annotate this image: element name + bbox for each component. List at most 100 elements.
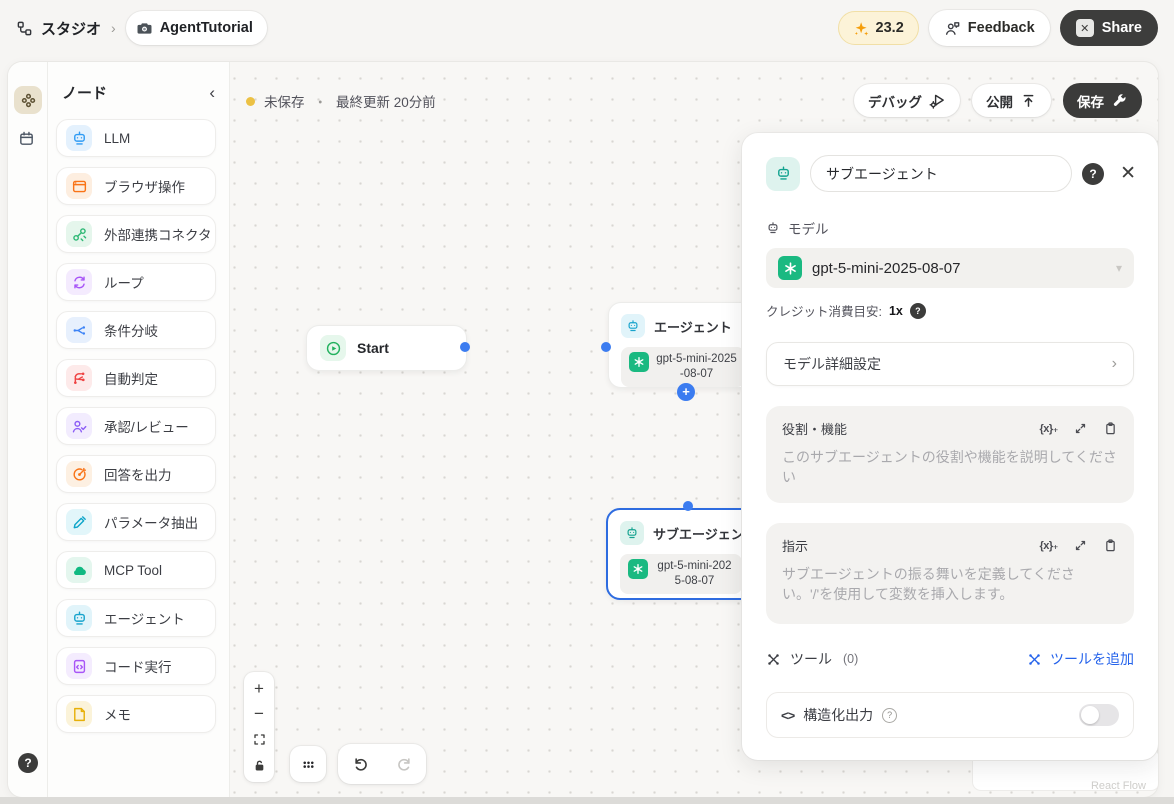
insert-variable-icon[interactable]: {x}₊ — [1040, 539, 1059, 552]
node-start[interactable]: Start — [306, 325, 467, 371]
role-function-field[interactable]: 役割・機能 {x}₊ このサブエージェントの役割や機能を説明してください — [766, 406, 1134, 503]
advanced-settings-label: モデル詳細設定 — [783, 356, 881, 372]
node-agent-model-chip: gpt-5-mini-2025-08-07 — [621, 347, 745, 387]
publish-button[interactable]: 公開 — [972, 84, 1051, 117]
palette-item-label: 条件分岐 — [104, 324, 158, 339]
palette-item-autojudge[interactable]: 自動判定 — [56, 359, 216, 397]
palette-item-label: 外部連携コネクタ — [104, 228, 212, 243]
rail-schedule-tab[interactable] — [18, 130, 38, 150]
palette-item-review[interactable]: 承認/レビュー — [56, 407, 216, 445]
palette-item-code[interactable]: コード実行 — [56, 647, 216, 685]
close-icon[interactable]: ✕ — [1120, 164, 1136, 183]
robot-mini-icon — [766, 221, 780, 235]
palette-item-label: メモ — [104, 708, 131, 723]
node-subagent-model: gpt-5-mini-2025-08-07 — [657, 560, 732, 587]
palette-item-connector[interactable]: 外部連携コネクタ — [56, 215, 216, 253]
instructions-label: 指示 — [782, 539, 809, 554]
unsaved-dot-icon — [246, 96, 255, 106]
model-select[interactable]: gpt-5-mini-2025-08-07 ▾ — [766, 248, 1134, 288]
feedback-icon — [944, 20, 961, 37]
handle-agent-in[interactable] — [601, 342, 611, 352]
save-label: 保存 — [1077, 94, 1104, 110]
history-controls — [338, 744, 426, 784]
palette-item-mcp-tool[interactable]: MCP Tool — [56, 551, 216, 589]
zoom-controls: + − — [244, 672, 274, 782]
node-subagent-model-chip: gpt-5-mini-2025-08-07 — [620, 554, 742, 594]
copy-icon[interactable] — [1103, 538, 1118, 553]
collapse-panel-icon[interactable]: ‹ — [209, 84, 215, 101]
palette-item-param-extract[interactable]: パラメータ抽出 — [56, 503, 216, 541]
palette-item-browser[interactable]: ブラウザ操作 — [56, 167, 216, 205]
palette-item-llm[interactable]: LLM — [56, 119, 216, 157]
nodes-icon — [20, 92, 37, 109]
zoom-out-button[interactable]: − — [247, 703, 271, 725]
palette-item-agent[interactable]: エージェント — [56, 599, 216, 637]
zoom-in-button[interactable]: + — [247, 678, 271, 700]
credit-estimate-label: クレジット消費目安: — [766, 305, 882, 319]
palette-item-label: 承認/レビュー — [104, 420, 189, 435]
share-button[interactable]: ✕ Share — [1059, 10, 1158, 46]
app-name[interactable]: スタジオ — [41, 18, 101, 39]
auto-branch-icon — [66, 365, 92, 391]
grid-layout-button[interactable] — [290, 746, 326, 782]
node-agent-title: エージェント — [654, 319, 732, 335]
insert-variable-icon[interactable]: {x}₊ — [1040, 422, 1059, 435]
palette-item-loop[interactable]: ループ — [56, 263, 216, 301]
add-tool-button[interactable]: ツールを追加 — [1027, 649, 1134, 669]
subagent-robot-icon — [766, 156, 800, 191]
instructions-field[interactable]: 指示 {x}₊ サブエージェントの振る舞いを定義してください。'/'を使用して変… — [766, 523, 1134, 624]
openai-icon — [629, 352, 649, 372]
expand-icon[interactable] — [1073, 538, 1088, 553]
node-subagent-selected[interactable]: サブエージェント gpt-5-mini-2025-08-07 — [606, 508, 757, 600]
redo-button[interactable] — [391, 751, 417, 777]
credits-badge[interactable]: 23.2 — [837, 11, 919, 45]
copy-icon[interactable] — [1103, 421, 1118, 436]
workflow-logo-icon — [16, 20, 33, 37]
help-circle-icon[interactable]: ? — [1082, 162, 1105, 185]
help-button[interactable]: ? — [18, 753, 38, 773]
model-advanced-settings-button[interactable]: モデル詳細設定 › — [766, 342, 1134, 386]
tools-icon — [766, 652, 781, 667]
handle-start-out[interactable] — [460, 342, 470, 352]
browser-icon — [66, 173, 92, 199]
handle-subagent-in[interactable] — [683, 501, 693, 511]
status-separator: ・ — [313, 95, 328, 110]
undo-button[interactable] — [347, 751, 373, 777]
palette-item-label: LLM — [104, 130, 131, 146]
structured-output-toggle[interactable] — [1079, 704, 1119, 726]
help-circle-icon[interactable]: ? — [909, 302, 926, 319]
feedback-button[interactable]: Feedback — [928, 10, 1050, 46]
save-button[interactable]: 保存 — [1063, 83, 1142, 118]
add-next-node-button[interactable]: + — [677, 383, 695, 401]
debug-button[interactable]: デバッグ — [854, 84, 960, 117]
project-name: AgentTutorial — [159, 20, 253, 36]
palette-item-label: パラメータ抽出 — [104, 516, 199, 531]
node-agent[interactable]: エージェント gpt-5-mini-2025-08-07 — [608, 302, 758, 388]
breadcrumb-separator: › — [111, 20, 116, 36]
fit-view-button[interactable] — [247, 729, 271, 751]
openai-icon — [628, 559, 648, 579]
palette-item-memo[interactable]: メモ — [56, 695, 216, 733]
palette-item-answer[interactable]: 回答を出力 — [56, 455, 216, 493]
node-name-input[interactable] — [810, 155, 1073, 192]
robot-icon — [66, 605, 92, 631]
palette-item-label: 自動判定 — [104, 372, 158, 387]
palette-item-label: ループ — [104, 276, 144, 291]
tools-label: ツール — [790, 651, 832, 667]
robot-icon — [621, 314, 645, 338]
palette-item-condition[interactable]: 条件分岐 — [56, 311, 216, 349]
subagent-robot-icon — [620, 521, 644, 545]
instructions-placeholder: サブエージェントの振る舞いを定義してください。'/'を使用して変数を挿入します。 — [782, 566, 1075, 603]
project-pill[interactable]: AgentTutorial — [125, 11, 267, 45]
add-tool-label: ツールを追加 — [1050, 651, 1134, 667]
unsaved-label: 未保存 — [264, 95, 305, 110]
credits-value: 23.2 — [875, 20, 904, 36]
person-check-icon — [66, 413, 92, 439]
info-circle-icon[interactable]: ? — [882, 707, 898, 723]
debug-run-icon — [929, 92, 946, 109]
feedback-label: Feedback — [967, 20, 1035, 36]
lock-button[interactable] — [247, 754, 271, 776]
dots-grid-icon — [300, 756, 317, 773]
rail-nodes-tab[interactable] — [14, 86, 42, 114]
expand-icon[interactable] — [1073, 421, 1088, 436]
